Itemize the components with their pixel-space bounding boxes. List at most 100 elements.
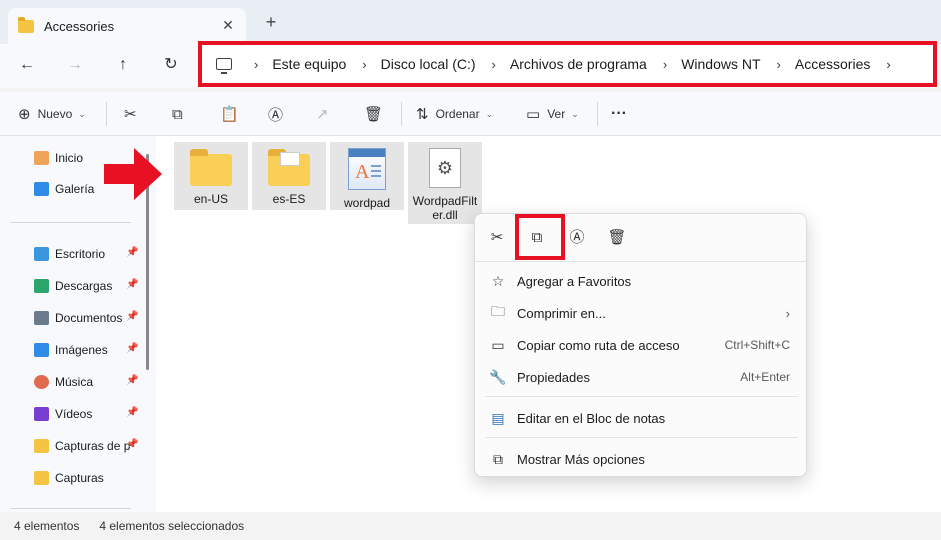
sidebar-item-label: Capturas — [55, 471, 104, 485]
up-button[interactable]: ↑ — [111, 54, 135, 76]
menu-item-comprimir[interactable]: 🗀 Comprimir en... › — [475, 298, 806, 328]
more-options-button[interactable]: ··· — [611, 104, 627, 124]
sidebar-item-musica[interactable]: Música — [34, 373, 93, 391]
menu-item-editar-bloc-notas[interactable]: ▤ Editar en el Bloc de notas — [475, 403, 806, 433]
paste-button[interactable]: 📋 — [220, 104, 246, 124]
share-button[interactable]: ↗ — [316, 104, 336, 124]
sidebar-item-videos[interactable]: Vídeos — [34, 405, 92, 423]
breadcrumb-disco-local[interactable]: Disco local (C:) — [381, 56, 476, 72]
clipboard-icon: 📋 — [220, 106, 239, 123]
sort-label: Ordenar — [435, 107, 480, 121]
menu-item-mostrar-mas-opciones[interactable]: ⧉ Mostrar Más opciones — [475, 444, 806, 474]
chevron-down-icon: ⌄ — [485, 108, 494, 119]
breadcrumb-expand-chevron-icon[interactable]: › — [886, 57, 890, 72]
menu-item-label: Editar en el Bloc de notas — [517, 410, 666, 426]
notepad-icon: ▤ — [491, 409, 505, 426]
sidebar-item-label: Música — [55, 375, 94, 389]
sort-button[interactable]: ⇅ Ordenar ⌄ — [416, 104, 493, 124]
pin-icon: 📌 — [126, 343, 139, 354]
scissors-icon: ✂ — [124, 106, 137, 123]
sidebar-item-capturas-de-pantalla[interactable]: Capturas de p — [34, 437, 130, 455]
menu-divider — [485, 396, 798, 397]
status-bar: 4 elementos 4 elementos seleccionados — [0, 512, 941, 540]
pin-icon: 📌 — [126, 311, 139, 322]
address-bar[interactable]: › Este equipo › Disco local (C:) › Archi… — [198, 41, 937, 87]
sidebar-item-label: Imágenes — [55, 343, 108, 357]
red-arrow-annotation-icon — [104, 148, 162, 200]
music-icon — [34, 375, 49, 389]
file-item-wordpad[interactable]: A wordpad — [330, 142, 404, 210]
new-tab-button[interactable]: + — [262, 13, 280, 31]
refresh-button[interactable]: ↻ — [159, 54, 183, 76]
copy-button[interactable]: ⧉ — [172, 104, 190, 124]
new-button[interactable]: ⊕ Nuevo ⌄ — [18, 104, 86, 124]
file-name: wordpad — [343, 196, 391, 210]
sidebar-item-label: Inicio — [55, 151, 84, 165]
toolbar-divider — [597, 102, 598, 126]
sidebar-item-label: Vídeos — [55, 407, 93, 421]
shortcut-text: Alt+Enter — [740, 370, 790, 384]
videos-icon — [34, 407, 49, 421]
cut-button[interactable]: ✂ — [124, 104, 144, 124]
forward-button[interactable]: → — [63, 54, 87, 76]
rename-icon[interactable]: Ⓐ — [567, 228, 587, 248]
file-name: WordpadFilter.dll — [412, 194, 478, 222]
chevron-right-icon: › — [785, 305, 790, 321]
computer-icon — [216, 58, 232, 74]
menu-item-label: Comprimir en... — [517, 305, 606, 321]
delete-button[interactable]: 🗑 — [364, 104, 390, 124]
file-name: en-US — [193, 192, 228, 206]
file-item-es-es[interactable]: es-ES — [252, 142, 326, 210]
menu-item-copiar-ruta[interactable]: ▭ Copiar como ruta de acceso Ctrl+Shift+… — [475, 330, 806, 360]
wrench-icon: 🔧 — [489, 368, 507, 385]
breadcrumb-windows-nt[interactable]: Windows NT — [681, 56, 760, 72]
star-icon: ☆ — [491, 272, 505, 289]
file-item-wordpadfilter-dll[interactable]: ⚙ WordpadFilter.dll — [408, 142, 482, 224]
sidebar-divider — [10, 222, 131, 223]
folder-icon — [34, 471, 49, 485]
breadcrumb-archivos-de-programa[interactable]: Archivos de programa — [510, 56, 647, 72]
title-bar: Accessories ✕ + — [0, 0, 941, 44]
dll-gear-icon: ⚙ — [429, 148, 461, 188]
breadcrumb-este-equipo[interactable]: Este equipo — [272, 56, 346, 72]
cut-icon[interactable]: ✂ — [487, 228, 507, 248]
close-tab-icon[interactable]: ✕ — [220, 17, 236, 33]
sidebar-item-descargas[interactable]: Descargas — [34, 277, 112, 295]
share-icon: ↗ — [316, 106, 329, 123]
folder-icon — [18, 16, 34, 33]
pin-icon: 📌 — [126, 279, 139, 290]
plus-circle-icon: ⊕ — [18, 106, 31, 123]
back-button[interactable]: ← — [15, 54, 39, 76]
sidebar-item-label: Galería — [55, 182, 95, 196]
menu-item-label: Agregar a Favoritos — [517, 273, 632, 289]
sidebar-item-escritorio[interactable]: Escritorio — [34, 245, 105, 263]
menu-item-propiedades[interactable]: 🔧 Propiedades Alt+Enter — [475, 362, 806, 392]
sidebar-item-inicio[interactable]: Inicio — [34, 149, 83, 167]
menu-item-agregar-favoritos[interactable]: ☆ Agregar a Favoritos — [475, 266, 806, 296]
sidebar-item-documentos[interactable]: Documentos — [34, 309, 122, 327]
sidebar-item-galeria[interactable]: Galería — [34, 180, 94, 198]
file-name: es-ES — [272, 192, 306, 206]
breadcrumb-separator: › — [662, 56, 668, 72]
sidebar-item-capturas[interactable]: Capturas — [34, 469, 104, 487]
breadcrumb-accessories[interactable]: Accessories — [795, 56, 870, 72]
tab-accessories[interactable]: Accessories ✕ — [8, 8, 246, 44]
selected-count: 4 elementos seleccionados — [99, 519, 245, 533]
pictures-icon — [34, 343, 49, 357]
file-item-en-us[interactable]: en-US — [174, 142, 248, 210]
trash-icon[interactable]: 🗑 — [607, 228, 627, 248]
chevron-down-icon: ⌄ — [78, 108, 86, 119]
view-icon: ▭ — [526, 106, 541, 123]
breadcrumb-separator: › — [491, 56, 496, 72]
pin-icon: 📌 — [126, 407, 139, 418]
sidebar-item-label: Documentos — [55, 311, 123, 325]
breadcrumb-separator: › — [362, 56, 367, 72]
pin-icon: 📌 — [126, 247, 139, 258]
desktop-icon — [34, 247, 49, 261]
view-button[interactable]: ▭ Ver ⌄ — [526, 104, 579, 124]
tab-title: Accessories — [44, 18, 115, 34]
sidebar-item-label: Descargas — [55, 279, 113, 293]
rename-button[interactable]: Ⓐ — [268, 104, 290, 124]
pin-icon: 📌 — [126, 375, 139, 386]
sidebar-item-imagenes[interactable]: Imágenes — [34, 341, 108, 359]
